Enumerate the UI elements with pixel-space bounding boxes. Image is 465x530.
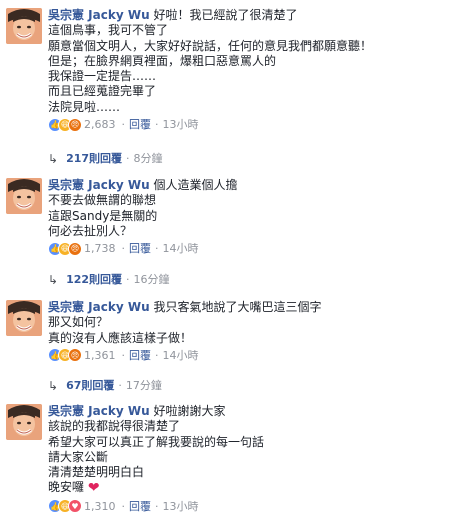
reaction-icons[interactable]: 👍 😆 😠 1,361 [48,347,116,364]
comment-text: 晚安囉 [48,480,85,495]
reply-link[interactable]: 回覆 [129,347,151,364]
comment-text: 好啦謝謝大家 [153,404,226,418]
comment-text: 這跟Sandy是無關的 [48,208,158,223]
separator: · [126,152,130,165]
comment-body: 吳宗憲 Jacky Wu 個人造業個人擔 不要去做無謂的聯想 這跟Sandy是無… [48,178,459,257]
separator: · [126,273,130,286]
separator: · [121,499,126,513]
replies-row[interactable]: ↳ 217則回覆 · 8分鐘 [48,151,163,167]
comment-text: 我只客氣地說了大嘴巴這三個字 [153,300,322,314]
comment-text: 但是；在臉界網頁裡面，爆粗口惡意罵人的 [48,53,277,68]
replies-count[interactable]: 122則回覆 [66,272,122,288]
comment-author[interactable]: 吳宗憲 Jacky Wu [48,404,150,418]
reply-arrow-icon: ↳ [48,379,59,393]
comment-text: 願意當個文明人，大家好好說話，任何的意見我們都願意聽！ [48,38,373,53]
avatar[interactable] [6,404,42,440]
angry-icon: 😠 [68,117,82,132]
comment-meta: 👍 😆 😠 1,738 · 回覆 · 14小時 [48,240,459,257]
comment-meta: 👍 😆 😠 1,361 · 回覆 · 14小時 [48,347,459,364]
replies-count[interactable]: 67則回覆 [66,378,114,394]
replies-row[interactable]: ↳ 67則回覆 · 17分鐘 [48,378,162,394]
comment-text: 這個鳥事，我可不管了 [48,23,169,38]
comment-text: 請大家公斷 [48,449,109,464]
angry-icon: 😠 [68,241,82,256]
comment-meta: 👍 😆 😠 2,683 · 回覆 · 13小時 [48,116,459,133]
comment-text: 該說的我都說得很清楚了 [48,419,181,434]
timestamp[interactable]: 14小時 [163,240,199,257]
replies-time: 8分鐘 [133,152,163,165]
separator: · [121,242,126,256]
reply-link[interactable]: 回覆 [129,116,151,133]
comment-text: 那又如何？ [48,315,109,330]
reply-link[interactable]: 回覆 [129,498,151,515]
separator: · [155,499,159,513]
comment-author[interactable]: 吳宗憲 Jacky Wu [48,8,150,22]
heart-icon: ❤ [87,480,100,497]
comment-meta: 👍 😆 ♥ 1,310 · 回覆 · 13小時 [48,498,459,515]
comment-text: 而且已經蒐證完畢了 [48,84,157,99]
comment-text: 希望大家可以真正了解我要說的每一句話 [48,434,265,449]
comment-body: 吳宗憲 Jacky Wu 我只客氣地說了大嘴巴這三個字 那又如何？ 真的沒有人應… [48,300,459,364]
comment-author[interactable]: 吳宗憲 Jacky Wu [48,178,150,192]
separator: · [121,348,126,362]
reaction-count[interactable]: 1,738 [84,240,116,257]
angry-icon: 😠 [68,348,82,363]
reply-arrow-icon: ↳ [48,152,59,166]
avatar[interactable] [6,178,42,214]
comment-text: 不要去做無謂的聯想 [48,193,157,208]
comment-text: 好啦！我已經說了很清楚了 [153,8,298,22]
comment-text: 何必去扯別人？ [48,223,133,238]
replies-row[interactable]: ↳ 122則回覆 · 16分鐘 [48,272,170,288]
timestamp[interactable]: 14小時 [163,347,199,364]
comment-text: 我保證一定提告…… [48,69,157,84]
avatar-image [6,178,42,214]
reply-link[interactable]: 回覆 [129,240,151,257]
comment-text: 清清楚楚明明白白 [48,465,145,480]
comment-body: 吳宗憲 Jacky Wu 好啦謝謝大家 該說的我都說得很清楚了 希望大家可以真正… [48,404,459,515]
avatar-image [6,300,42,336]
avatar[interactable] [6,300,42,336]
comment-text: 個人造業個人擔 [153,178,238,192]
reaction-icons[interactable]: 👍 😆 😠 1,738 [48,240,116,257]
separator: · [155,242,159,256]
separator: · [118,379,122,392]
avatar[interactable] [6,8,42,44]
reply-arrow-icon: ↳ [48,273,59,287]
timestamp[interactable]: 13小時 [163,498,199,515]
separator: · [155,118,159,132]
comment-body: 吳宗憲 Jacky Wu 好啦！我已經說了很清楚了 這個鳥事，我可不管了 願意當… [48,8,459,133]
separator: · [155,348,159,362]
love-icon: ♥ [68,499,82,514]
comment-text: 真的沒有人應該這樣子做！ [48,330,193,345]
replies-time: 17分鐘 [125,379,162,392]
reaction-count[interactable]: 1,361 [84,347,116,364]
comment-text: 法院見啦…… [48,99,121,114]
avatar-image [6,404,42,440]
reaction-count[interactable]: 2,683 [84,116,116,133]
separator: · [121,118,126,132]
timestamp[interactable]: 13小時 [163,116,199,133]
reaction-icons[interactable]: 👍 😆 😠 2,683 [48,116,116,133]
reaction-icons[interactable]: 👍 😆 ♥ 1,310 [48,498,116,515]
comment-author[interactable]: 吳宗憲 Jacky Wu [48,300,150,314]
replies-time: 16分鐘 [133,273,170,286]
replies-count[interactable]: 217則回覆 [66,151,122,167]
avatar-image [6,8,42,44]
reaction-count[interactable]: 1,310 [84,498,116,515]
